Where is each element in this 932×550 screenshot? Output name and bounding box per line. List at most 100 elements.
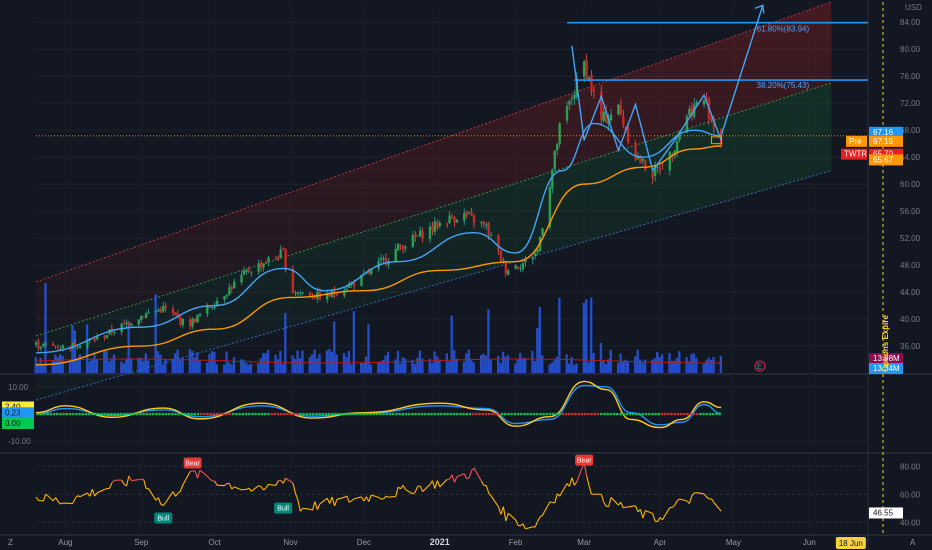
squeeze-dot <box>695 412 699 416</box>
squeeze-dot <box>571 412 574 416</box>
volume-bar <box>325 350 329 373</box>
candle-body <box>414 233 417 237</box>
volume-bar <box>61 356 64 373</box>
price-tick-label: 68.00 <box>900 126 921 135</box>
time-tick-label: Apr <box>654 538 667 547</box>
squeeze-dot <box>247 412 251 416</box>
candle-body <box>399 245 402 247</box>
squeeze-dot <box>391 412 395 416</box>
marker-a[interactable]: A <box>910 538 916 547</box>
squeeze-dot <box>526 412 529 416</box>
squeeze-dot <box>132 412 136 416</box>
squeeze-dot <box>564 412 568 416</box>
volume-bar <box>404 358 407 373</box>
candle-body <box>171 308 175 314</box>
twtr-chart[interactable]: 61.80%(83.94) 38.20%(75.43) Bull Bear Bull B… <box>0 0 932 550</box>
squeeze-dot <box>510 412 513 416</box>
squeeze-dot <box>427 412 430 416</box>
candle-body <box>267 257 270 263</box>
squeeze-dot <box>206 412 209 416</box>
squeeze-dot <box>529 412 533 416</box>
squeeze-dot <box>273 412 277 416</box>
squeeze-dot <box>635 412 638 416</box>
squeeze-dot <box>299 412 302 416</box>
volume-bar <box>472 362 475 373</box>
squeeze-dot <box>516 412 520 416</box>
osc-tag: 0.00 <box>5 419 21 428</box>
squeeze-dot <box>609 412 613 416</box>
volume-bar <box>499 363 502 373</box>
volume-bar <box>147 360 150 373</box>
squeeze-dot <box>523 412 526 416</box>
squeeze-dot <box>55 412 59 416</box>
candle-body <box>294 293 297 295</box>
volume-bar <box>553 360 556 373</box>
candle-body <box>467 213 471 215</box>
squeeze-dot <box>257 412 261 416</box>
squeeze-dot <box>251 412 254 416</box>
candle-body <box>157 309 160 312</box>
volume-bar <box>438 359 441 373</box>
candle-body <box>507 270 510 275</box>
candle-body <box>274 257 278 259</box>
squeeze-dot <box>580 412 584 416</box>
volume-bar <box>379 361 382 373</box>
candle-body <box>296 292 300 294</box>
squeeze-dot <box>439 412 443 416</box>
squeeze-dot <box>174 412 177 416</box>
volume-bar <box>705 360 708 373</box>
candle-body <box>626 128 630 142</box>
volume-bar <box>377 362 380 373</box>
squeeze-dot <box>715 412 718 416</box>
volume-bar <box>548 364 551 373</box>
volume-bar <box>120 361 123 373</box>
squeeze-dot <box>196 412 200 416</box>
volume-bar <box>660 354 664 373</box>
candle-body <box>191 319 194 327</box>
candle-body <box>450 216 454 219</box>
squeeze-dot <box>683 412 686 416</box>
squeeze-dot <box>670 412 673 416</box>
candle-body <box>140 315 143 321</box>
volume-bar <box>257 363 260 373</box>
squeeze-dot <box>484 412 488 416</box>
rsi-tag: 46.55 <box>873 508 894 517</box>
candle-body <box>675 141 679 153</box>
volume-bar <box>575 363 578 373</box>
signal-label: Bear <box>185 460 200 467</box>
volume-bar <box>602 360 605 373</box>
squeeze-dot <box>116 412 120 416</box>
squeeze-dot <box>107 412 110 416</box>
squeeze-dot <box>324 412 328 416</box>
volume-bar <box>210 351 214 373</box>
volume-bar <box>296 350 299 373</box>
squeeze-dot <box>711 412 715 416</box>
candle-body <box>345 288 348 291</box>
squeeze-dot <box>443 412 446 416</box>
squeeze-dot <box>203 412 206 416</box>
signal-label: Bull <box>277 506 289 513</box>
squeeze-dot <box>577 412 581 416</box>
squeeze-dot <box>363 412 366 416</box>
rsi-tick-label: 40.00 <box>900 519 921 528</box>
price-tag: 67.16 <box>873 128 894 137</box>
marker-z[interactable]: Z <box>8 538 13 547</box>
squeeze-dot <box>679 412 683 416</box>
rsi-segment <box>217 484 225 487</box>
volume-bar <box>222 364 226 373</box>
squeeze-dot <box>446 412 449 416</box>
squeeze-dot <box>699 412 702 416</box>
squeeze-dot <box>180 412 184 416</box>
squeeze-dot <box>135 412 139 416</box>
volume-bar <box>626 360 630 373</box>
volume-bar <box>465 353 468 373</box>
squeeze-dot <box>558 412 561 416</box>
squeeze-dot <box>84 412 88 416</box>
squeeze-dot <box>52 412 56 416</box>
volume-bar <box>712 357 715 373</box>
volume-bar <box>369 364 373 373</box>
candle-body <box>685 116 689 133</box>
volume-bar <box>567 363 571 373</box>
candle-body <box>42 343 45 347</box>
squeeze-dot <box>651 412 654 416</box>
